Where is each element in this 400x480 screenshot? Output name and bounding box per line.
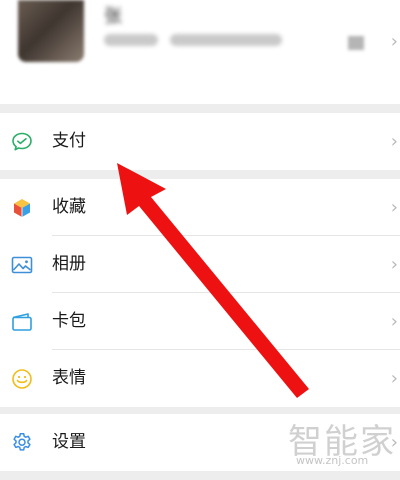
chevron-right-icon: › <box>390 31 398 52</box>
menu-item-label: 设置 <box>52 432 86 452</box>
card-wallet-icon <box>10 310 34 334</box>
menu-item-favorites[interactable]: 收藏 › <box>0 179 400 236</box>
menu-item-settings[interactable]: 设置 › <box>0 414 400 471</box>
menu-item-album[interactable]: 相册 › <box>0 236 400 293</box>
album-picture-icon <box>10 253 34 277</box>
menu-item-label: 相册 <box>52 254 86 274</box>
wallet-pay-icon <box>10 130 34 154</box>
profile-id-line <box>104 34 294 48</box>
chevron-right-icon: › <box>390 432 398 453</box>
avatar[interactable] <box>18 0 84 62</box>
menu-item-label: 表情 <box>52 368 86 388</box>
menu-item-pay[interactable]: 支付 › <box>0 113 400 170</box>
profile-name: 张 <box>104 6 122 27</box>
gear-icon <box>10 431 34 455</box>
me-page: 张 › 支付 › 收藏 › 相册 › 卡包 › 表情 › 设置 › 智能家 ww… <box>0 0 400 480</box>
section-pay: 支付 › <box>0 113 400 170</box>
profile-header[interactable]: 张 › <box>0 0 400 104</box>
chevron-right-icon: › <box>390 197 398 218</box>
menu-item-label: 卡包 <box>52 311 86 331</box>
menu-item-stickers[interactable]: 表情 › <box>0 350 400 407</box>
section-tools: 收藏 › 相册 › 卡包 › 表情 › <box>0 179 400 407</box>
smiley-icon <box>10 367 34 391</box>
chevron-right-icon: › <box>390 368 398 389</box>
menu-item-label: 收藏 <box>52 197 86 217</box>
section-settings: 设置 › <box>0 414 400 471</box>
favorites-cube-icon <box>10 196 34 220</box>
menu-item-label: 支付 <box>52 131 86 151</box>
menu-item-cards[interactable]: 卡包 › <box>0 293 400 350</box>
chevron-right-icon: › <box>390 131 398 152</box>
qr-code-icon[interactable] <box>348 36 364 50</box>
chevron-right-icon: › <box>390 254 398 275</box>
chevron-right-icon: › <box>390 311 398 332</box>
